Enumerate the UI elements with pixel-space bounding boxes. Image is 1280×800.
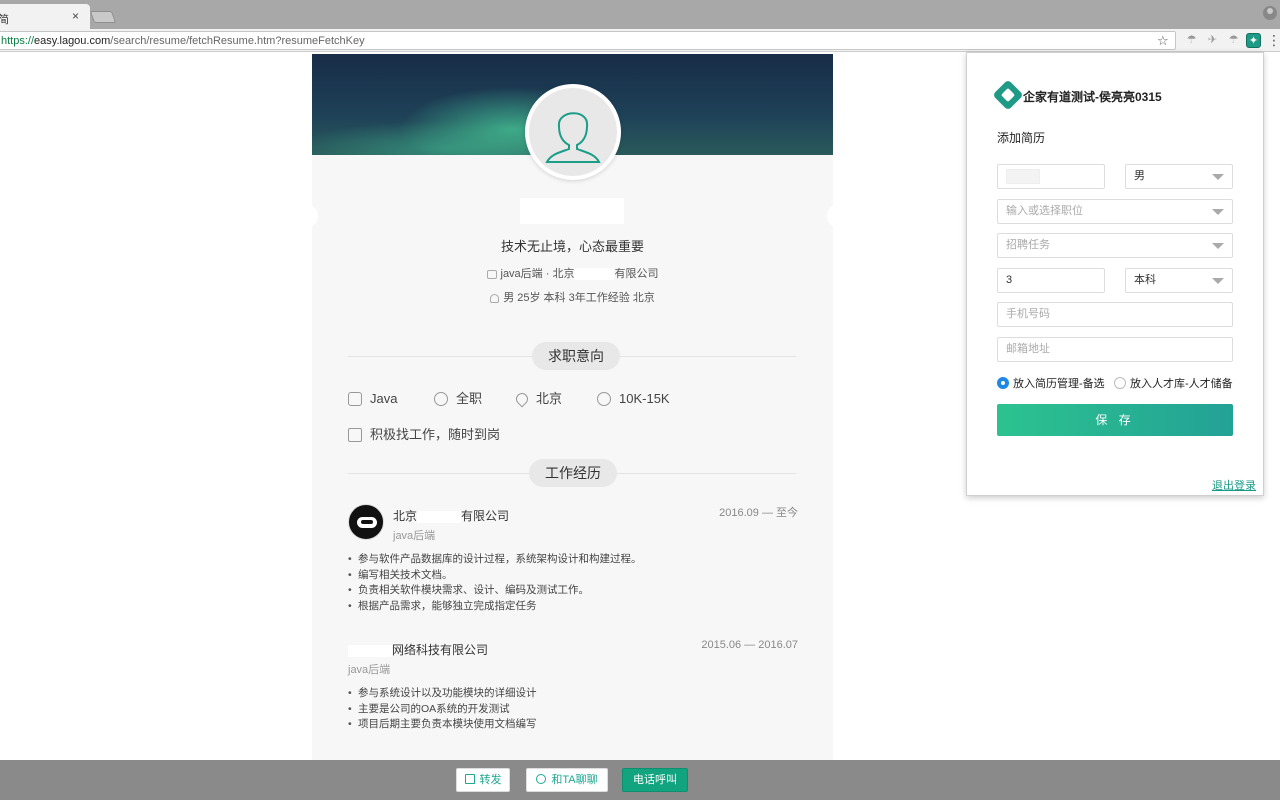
clock-icon [434, 391, 448, 406]
tab-title: 简 [0, 14, 9, 26]
extension-popup: 企家有道测试-侯亮亮0315 添加简历 男 输入或选择职位 招聘任务 3 本科 … [966, 52, 1264, 496]
extension-active-icon[interactable]: ✦ [1246, 33, 1261, 48]
job-date: 2015.06 — 2016.07 [701, 639, 798, 651]
job-duties: 参与系统设计以及功能模块的详细设计 主要是公司的OA系统的开发测试 项目后期主要… [348, 686, 798, 733]
address-bar[interactable]: https://easy.lagou.com/search/resume/fet… [0, 31, 1176, 50]
forward-button[interactable]: 转发 [456, 768, 510, 792]
radio-resume-management[interactable]: 放入简历管理-备选 [997, 375, 1105, 391]
redacted-company [417, 510, 462, 523]
popup-heading: 添加简历 [997, 131, 1046, 145]
duty-item: 参与系统设计以及功能模块的详细设计 [348, 686, 798, 702]
radio-talent-pool[interactable]: 放入人才库-人才储备 [1114, 375, 1233, 391]
card-notch-left [306, 204, 318, 228]
popup-title: 企家有道测试-侯亮亮0315 [1023, 90, 1162, 104]
chat-button[interactable]: 和TA聊聊 [526, 768, 608, 792]
duty-item: 主要是公司的OA系统的开发测试 [348, 702, 798, 718]
tab-strip: 简 × [0, 0, 1280, 29]
briefcase-small-icon [486, 269, 497, 279]
browser-toolbar: https://easy.lagou.com/search/resume/fet… [0, 29, 1280, 52]
recruit-task-select[interactable]: 招聘任务 [997, 233, 1233, 258]
card-notch-right [827, 204, 839, 228]
intent-city: 北京 [513, 390, 562, 408]
browser-menu-icon[interactable]: ⋮ [1267, 31, 1280, 49]
call-button[interactable]: 电话呼叫 [622, 768, 688, 792]
company-logo [348, 504, 384, 540]
salary-icon [597, 391, 611, 406]
radio-checked-icon [997, 377, 1009, 390]
avatar-placeholder-icon [545, 112, 601, 163]
redacted-name [1006, 169, 1040, 184]
company-name: 网络科技有限公司 [348, 641, 488, 658]
email-field[interactable]: 邮箱地址 [997, 337, 1233, 362]
company-name: 北京 有限公司 [393, 509, 510, 523]
redacted-company [348, 644, 392, 657]
candidate-current-job: java后端 · 北京 有限公司 [312, 265, 833, 281]
section-title-intent: 求职意向 [532, 342, 620, 370]
candidate-profile: 男 25岁 本科 3年工作经验 北京 [312, 289, 833, 305]
phone-field[interactable]: 手机号码 [997, 302, 1233, 327]
candidate-motto: 技术无止境，心态最重要 [500, 239, 644, 254]
person-icon [490, 293, 500, 303]
extension-bird-icon[interactable]: ✈ [1205, 33, 1220, 48]
duty-item: 项目后期主要负责本模块使用文档编写 [348, 717, 798, 733]
chat-icon [536, 774, 547, 785]
new-tab-button[interactable] [89, 11, 117, 23]
position-select[interactable]: 输入或选择职位 [997, 199, 1233, 224]
redacted-company [574, 268, 615, 281]
extension-parachute-icon[interactable]: ☂ [1226, 33, 1241, 48]
intent-salary: 10K-15K [597, 390, 670, 408]
job-role: java后端 [393, 530, 436, 542]
job-duties: 参与软件产品数据库的设计过程，系统架构设计和构建过程。 编写相关技术文档。 负责… [348, 552, 798, 614]
location-icon [513, 390, 531, 408]
resume-card: 技术无止境，心态最重要 java后端 · 北京 有限公司 男 25岁 本科 3年工… [306, 54, 839, 760]
avatar [525, 84, 621, 180]
share-icon [464, 774, 475, 785]
logout-link[interactable]: 退出登录 [1212, 477, 1256, 493]
job-date: 2016.09 — 至今 [719, 507, 798, 519]
extension-umbrella-icon[interactable]: ☂ [1184, 33, 1199, 48]
name-field[interactable] [997, 164, 1105, 189]
education-select[interactable]: 本科 [1125, 268, 1233, 293]
url-text: https://easy.lagou.com/search/resume/fet… [1, 35, 365, 47]
radio-unchecked-icon [1114, 377, 1126, 390]
gender-select[interactable]: 男 [1125, 164, 1233, 189]
duty-item: 根据产品需求，能够独立完成指定任务 [348, 599, 798, 615]
experience-years-field[interactable]: 3 [997, 268, 1105, 293]
browser-tab[interactable]: 简 × [0, 4, 90, 29]
status-icon [348, 427, 362, 442]
duty-item: 参与软件产品数据库的设计过程，系统架构设计和构建过程。 [348, 552, 798, 568]
job-role: java后端 [348, 664, 391, 676]
profile-icon[interactable] [1263, 6, 1277, 20]
section-title-work: 工作经历 [529, 459, 617, 487]
duty-item: 负责相关软件模块需求、设计、编码及测试工作。 [348, 583, 798, 599]
intent-status: 积极找工作，随时到岗 [348, 424, 500, 443]
bookmark-star-icon[interactable]: ☆ [1157, 33, 1169, 49]
app-logo-icon [992, 79, 1024, 111]
intent-type: 全职 [434, 390, 482, 408]
candidate-name-redacted [520, 198, 624, 224]
tab-close-icon[interactable]: × [72, 9, 79, 23]
intent-position: Java [348, 390, 397, 408]
resume-action-bar: 转发 和TA聊聊 电话呼叫 [0, 760, 1280, 800]
briefcase-icon [348, 391, 362, 406]
duty-item: 编写相关技术文档。 [348, 568, 798, 584]
save-button[interactable]: 保 存 [997, 404, 1233, 436]
